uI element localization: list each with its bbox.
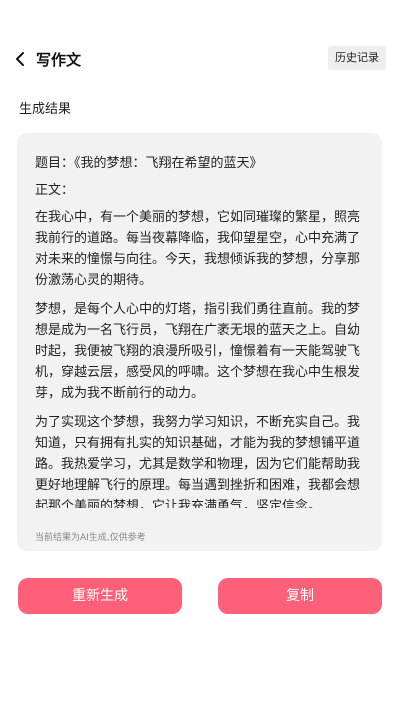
history-button[interactable]: 历史记录	[328, 46, 386, 70]
back-button[interactable]: 写作文	[12, 46, 81, 72]
page-title: 写作文	[36, 50, 82, 69]
essay-title: 题目：《我的梦想：飞翔在希望的蓝天》	[35, 156, 263, 171]
result-text-area[interactable]: 题目：《我的梦想：飞翔在希望的蓝天》 正文： 在我心中，有一个美丽的梦想，它如同…	[35, 153, 364, 508]
chevron-left-icon[interactable]	[12, 50, 30, 68]
essay-paragraph: 在我心中，有一个美丽的梦想，它如同璀璨的繁星，照亮我前行的道路。每当夜幕降临，我…	[35, 210, 361, 288]
copy-button[interactable]: 复制	[218, 578, 382, 614]
essay-paragraph: 为了实现这个梦想，我努力学习知识，不断充实自己。我知道，只有拥有扎实的知识基础，…	[35, 415, 361, 508]
regenerate-button[interactable]: 重新生成	[18, 578, 182, 614]
write-essay-screen: 写作文 历史记录 生成结果 题目：《我的梦想：飞翔在希望的蓝天》 正文： 在我心…	[0, 0, 400, 712]
ai-disclaimer: 当前结果为AI生成,仅供参考	[35, 533, 146, 543]
result-card: 题目：《我的梦想：飞翔在希望的蓝天》 正文： 在我心中，有一个美丽的梦想，它如同…	[17, 133, 382, 551]
section-label: 生成结果	[19, 102, 72, 117]
essay-paragraph: 梦想，是每个人心中的灯塔，指引我们勇往直前。我的梦想是成为一名飞行员，飞翔在广袤…	[35, 302, 361, 401]
essay-body-label: 正文：	[35, 183, 75, 198]
